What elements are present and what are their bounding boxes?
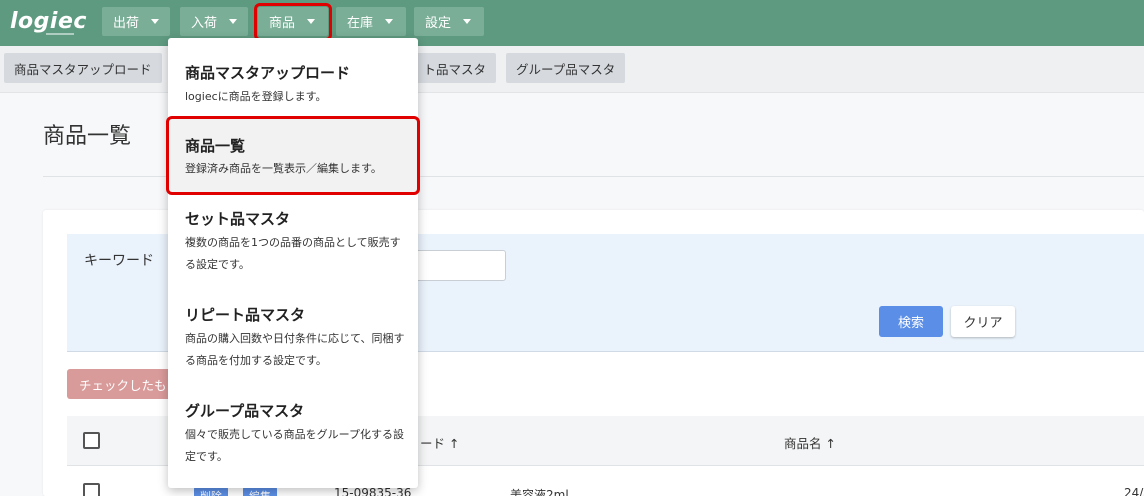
nav-settings[interactable]: 設定 [414, 7, 484, 36]
page-title: 商品一覧 [43, 124, 132, 149]
dropdown-item-title: グループ品マスタ [185, 402, 305, 420]
row-delete-tag[interactable]: 削除 [194, 487, 228, 496]
dropdown-item-desc: 複数の商品を1つの品番の商品として販売する設定です。 [185, 236, 401, 271]
row-checkbox[interactable] [83, 483, 100, 496]
search-button[interactable]: 検索 [879, 306, 943, 337]
caret-down-icon [151, 19, 160, 24]
row-edit-tag[interactable]: 編集 [243, 487, 277, 496]
dropdown-item-title: リピート品マスタ [185, 306, 306, 324]
nav-receiving-label: 入荷 [191, 16, 218, 31]
subnav-set-product-master[interactable]: ト品マスタ [412, 53, 496, 83]
nav-receiving[interactable]: 入荷 [180, 7, 248, 36]
checked-items-action-button[interactable]: チェックしたも [67, 369, 177, 399]
nav-settings-label: 設定 [425, 16, 452, 31]
logiec-logo[interactable]: logiec [10, 9, 87, 34]
caret-down-icon [385, 19, 394, 24]
dropdown-item-desc: 商品の購入回数や日付条件に応じて、同梱する商品を付加する設定です。 [185, 332, 405, 367]
caret-down-icon [463, 19, 472, 24]
dropdown-item-title: 商品マスタアップロード [185, 64, 351, 82]
row-product-name: 美容液2ml [510, 488, 569, 496]
product-list-highlight [166, 116, 420, 195]
column-header-code[interactable]: ード ↑ [420, 433, 459, 452]
subnav-group-product-master[interactable]: グループ品マスタ [506, 53, 626, 83]
clear-button[interactable]: クリア [951, 306, 1015, 337]
column-header-product-name[interactable]: 商品名 ↑ [784, 433, 836, 452]
dropdown-item-group-product-master[interactable]: グループ品マスタ 個々で販売している商品をグループ化する設定です。 [168, 390, 418, 480]
nav-inventory[interactable]: 在庫 [336, 7, 406, 36]
nav-products-highlight [254, 3, 332, 41]
select-all-checkbox[interactable] [83, 432, 100, 449]
caret-down-icon [229, 19, 238, 24]
dropdown-item-repeat-product-master[interactable]: リピート品マスタ 商品の購入回数や日付条件に応じて、同梱する商品を付加する設定で… [168, 294, 418, 384]
dropdown-item-desc: logiecに商品を登録します。 [185, 90, 327, 103]
logo-underline [46, 33, 74, 35]
nav-shipping[interactable]: 出荷 [102, 7, 170, 36]
nav-shipping-label: 出荷 [113, 16, 140, 31]
row-date: 24/ [1124, 486, 1144, 496]
dropdown-item-desc: 個々で販売している商品をグループ化する設定です。 [185, 428, 405, 463]
products-dropdown-menu: 商品マスタアップロード logiecに商品を登録します。 商品一覧 登録済み商品… [168, 38, 418, 488]
keyword-label: キーワード [84, 253, 154, 269]
dropdown-item-title: セット品マスタ [185, 210, 291, 228]
subnav-product-master-upload[interactable]: 商品マスタアップロード [4, 53, 162, 83]
dropdown-item-set-product-master[interactable]: セット品マスタ 複数の商品を1つの品番の商品として販売する設定です。 [168, 198, 418, 288]
nav-inventory-label: 在庫 [347, 16, 374, 31]
